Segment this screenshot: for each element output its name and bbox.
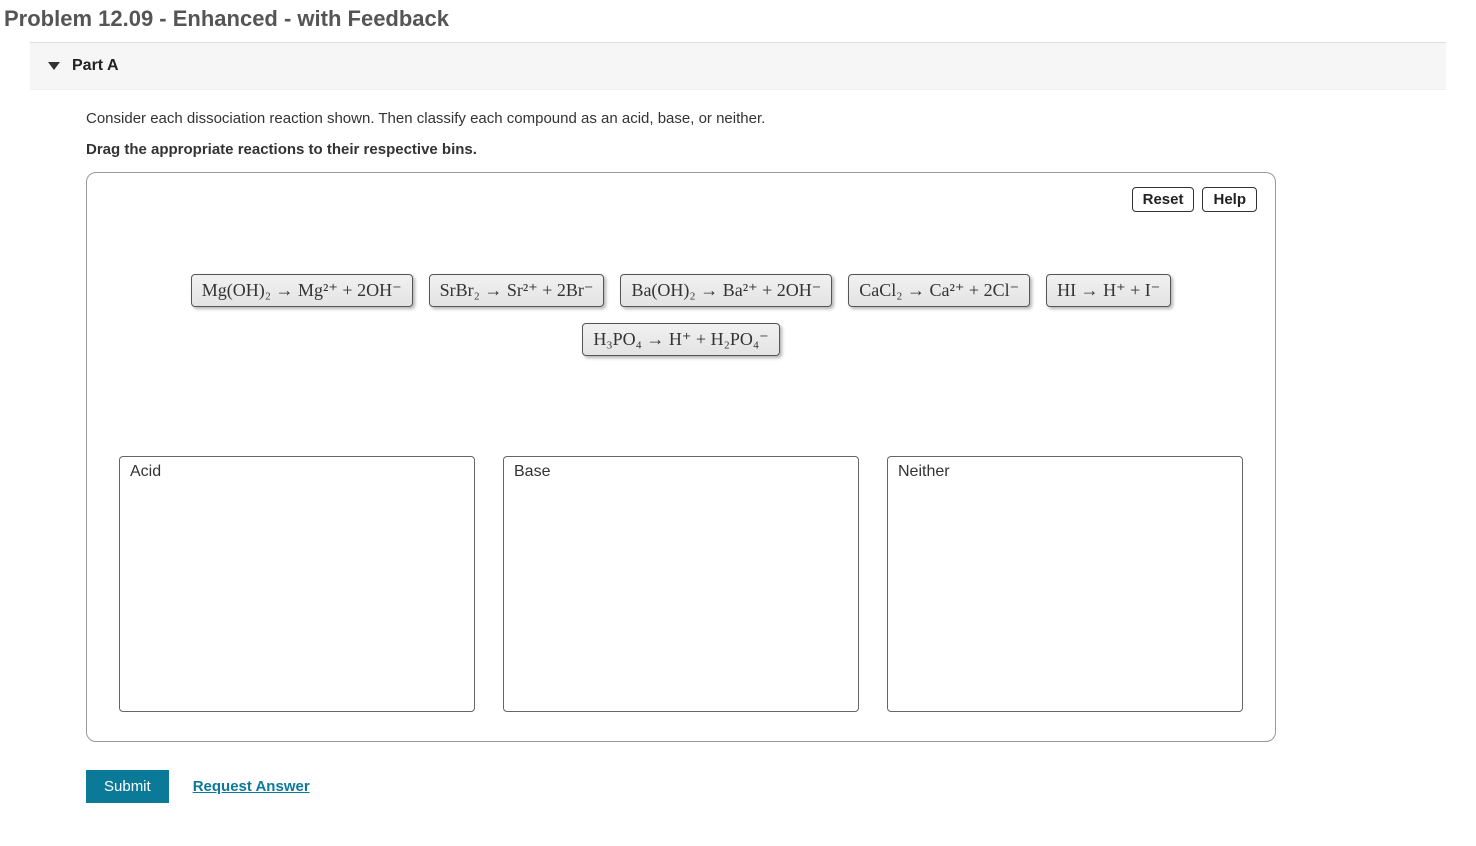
bin-label-base: Base	[504, 457, 858, 487]
question-prompt: Consider each dissociation reaction show…	[86, 110, 1390, 127]
reaction-tile[interactable]: H₃PO₄ → H⁺ + H₂PO₄⁻	[582, 323, 779, 356]
reaction-tile[interactable]: HI → H⁺ + I⁻	[1046, 274, 1171, 307]
bin-label-acid: Acid	[120, 457, 474, 487]
reset-button[interactable]: Reset	[1132, 187, 1195, 212]
reaction-tile[interactable]: CaCl₂ → Ca²⁺ + 2Cl⁻	[848, 274, 1030, 307]
help-button[interactable]: Help	[1202, 187, 1257, 212]
bin-container: Acid Base Neither	[105, 456, 1257, 712]
drag-instruction: Drag the appropriate reactions to their …	[86, 141, 1390, 158]
part-label: Part A	[72, 57, 119, 75]
bin-neither[interactable]: Neither	[887, 456, 1243, 712]
footer: Submit Request Answer	[86, 770, 1446, 803]
bin-label-neither: Neither	[888, 457, 1242, 487]
request-answer-link[interactable]: Request Answer	[193, 778, 310, 795]
tile-tray: Mg(OH)₂ → Mg²⁺ + 2OH⁻ SrBr₂ → Sr²⁺ + 2Br…	[105, 274, 1257, 356]
bin-base[interactable]: Base	[503, 456, 859, 712]
content: Consider each dissociation reaction show…	[30, 90, 1446, 752]
reaction-tile[interactable]: Mg(OH)₂ → Mg²⁺ + 2OH⁻	[191, 274, 413, 307]
chevron-down-icon	[48, 62, 60, 70]
workspace-toolbar: Reset Help	[105, 187, 1257, 212]
drag-workspace: Reset Help Mg(OH)₂ → Mg²⁺ + 2OH⁻ SrBr₂ →…	[86, 172, 1276, 742]
part-header[interactable]: Part A	[30, 42, 1446, 90]
reaction-tile[interactable]: SrBr₂ → Sr²⁺ + 2Br⁻	[429, 274, 605, 307]
bin-acid[interactable]: Acid	[119, 456, 475, 712]
reaction-tile[interactable]: Ba(OH)₂ → Ba²⁺ + 2OH⁻	[620, 274, 832, 307]
submit-button[interactable]: Submit	[86, 770, 169, 803]
problem-title: Problem 12.09 - Enhanced - with Feedback	[0, 0, 1476, 42]
